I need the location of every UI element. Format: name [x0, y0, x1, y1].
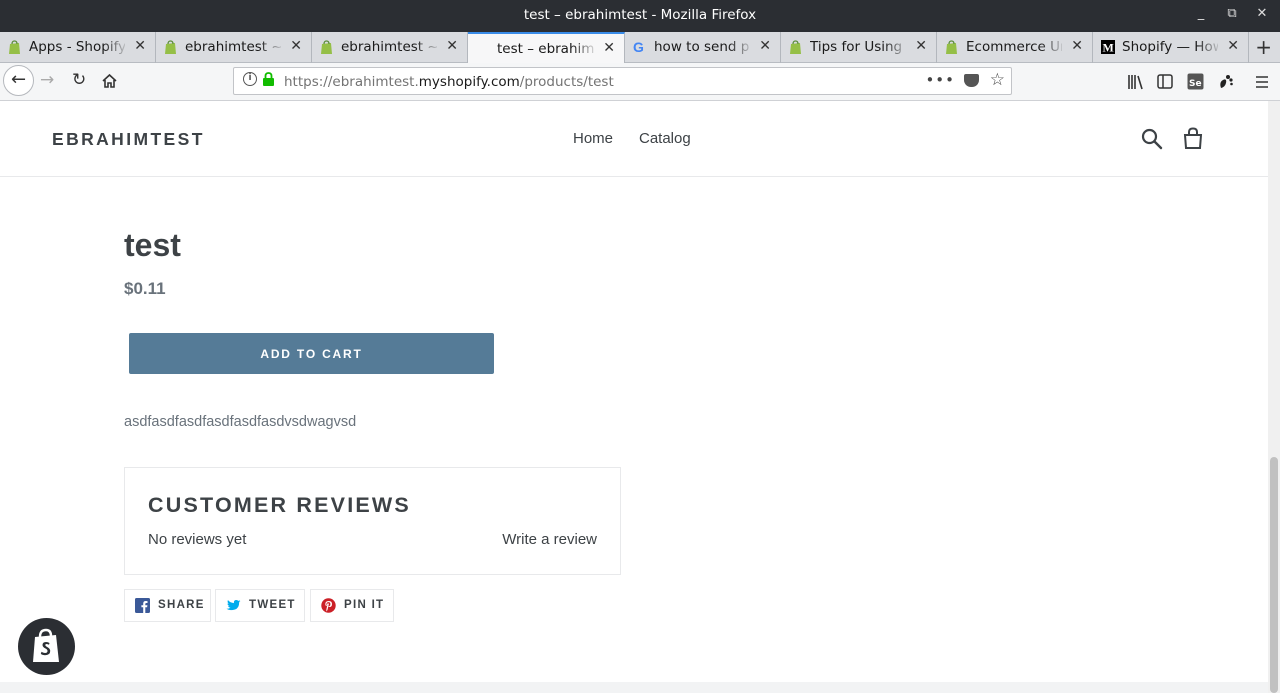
product-price: $0.11: [124, 279, 166, 298]
reload-button[interactable]: ↻: [72, 70, 86, 90]
url-bar[interactable]: i https://ebrahimtest.myshopify.com/prod…: [233, 67, 1012, 95]
close-tab-icon[interactable]: ✕: [603, 40, 615, 56]
restore-button[interactable]: ⧉: [1224, 6, 1240, 21]
shopify-icon: [321, 40, 332, 54]
close-tab-icon[interactable]: ✕: [1071, 38, 1083, 54]
tab-ebrahimtest-edit[interactable]: ebrahimtest ~ Edit ✕: [312, 32, 468, 63]
tab-strip: Apps - Shopify Partners ✕ ebrahimtest ~ …: [0, 32, 1280, 64]
facebook-icon: [135, 598, 150, 613]
url-text[interactable]: https://ebrahimtest.myshopify.com/produc…: [284, 74, 614, 90]
close-tab-icon[interactable]: ✕: [759, 38, 771, 54]
menu-icon[interactable]: [1254, 75, 1270, 89]
minimize-button[interactable]: _: [1193, 6, 1209, 21]
page-scrollbar[interactable]: [1268, 101, 1280, 693]
forward-button[interactable]: →: [40, 70, 54, 90]
close-tab-icon[interactable]: ✕: [290, 38, 302, 54]
tab-ecommerce-university[interactable]: Ecommerce University ✕: [937, 32, 1093, 63]
info-icon[interactable]: i: [243, 72, 257, 86]
gnome-icon[interactable]: [1218, 73, 1234, 90]
web-page: EBRAHIMTEST Home Catalog test $0.11 ADD …: [0, 101, 1268, 693]
no-reviews-text: No reviews yet: [148, 531, 247, 548]
selenium-icon[interactable]: Se: [1187, 73, 1204, 90]
shopify-icon: [9, 40, 20, 54]
product-title: test: [124, 227, 181, 263]
add-to-cart-button[interactable]: ADD TO CART: [129, 333, 494, 374]
window-title: test – ebrahimtest - Mozilla Firefox: [523, 7, 757, 23]
close-tab-icon[interactable]: ✕: [134, 38, 146, 54]
search-icon[interactable]: [1141, 128, 1163, 150]
pinterest-icon: [321, 598, 336, 613]
svg-text:G: G: [633, 40, 644, 55]
svg-text:Se: Se: [1189, 79, 1202, 89]
close-tab-icon[interactable]: ✕: [915, 38, 927, 54]
share-facebook-button[interactable]: SHARE: [124, 589, 211, 622]
site-header: EBRAHIMTEST Home Catalog: [0, 101, 1268, 177]
shopify-icon: [165, 40, 176, 54]
lock-icon[interactable]: [262, 72, 275, 87]
nav-link-catalog[interactable]: Catalog: [639, 130, 691, 147]
close-tab-icon[interactable]: ✕: [1227, 38, 1239, 54]
tab-test-ebrahimtest[interactable]: test – ebrahimtest ✕: [468, 32, 625, 64]
sidebar-icon[interactable]: [1157, 74, 1173, 89]
cart-icon[interactable]: [1182, 127, 1204, 150]
google-icon: G: [633, 40, 644, 55]
scrollbar-thumb[interactable]: [1270, 457, 1278, 693]
shopify-bag-icon: [33, 628, 59, 662]
share-label: TWEET: [249, 599, 296, 611]
tab-tips-shopify[interactable]: Tips for Using Shopify ✕: [781, 32, 937, 63]
pocket-icon[interactable]: [964, 74, 979, 87]
medium-icon: M: [1101, 40, 1115, 55]
reviews-heading: CUSTOMER REVIEWS: [148, 493, 411, 517]
window-titlebar: test – ebrahimtest - Mozilla Firefox _ ⧉…: [0, 0, 1280, 32]
shopify-icon: [946, 40, 957, 54]
twitter-icon: [226, 599, 241, 611]
shopify-icon: [790, 40, 801, 54]
product-description: asdfasdfasdfasdfasdfasdvsdwagvsd: [124, 414, 357, 430]
close-window-button[interactable]: ✕: [1254, 6, 1270, 21]
back-button[interactable]: ←: [3, 65, 34, 96]
page-actions-icon[interactable]: •••: [925, 71, 955, 89]
new-tab-button[interactable]: +: [1255, 35, 1272, 59]
tab-apps-shopify[interactable]: Apps - Shopify Partners ✕: [0, 32, 156, 63]
tab-ebrahimtest-customers[interactable]: ebrahimtest ~ Customers ✕: [156, 32, 312, 63]
svg-text:M: M: [1103, 41, 1114, 55]
share-label: PIN IT: [344, 599, 385, 611]
close-tab-icon[interactable]: ✕: [446, 38, 458, 54]
nav-link-home[interactable]: Home: [573, 130, 613, 147]
nav-toolbar: ← → ↻ i https://ebrahimtest.myshopify.co…: [0, 63, 1280, 101]
library-icon[interactable]: [1127, 74, 1145, 90]
share-label: SHARE: [158, 599, 205, 611]
customer-reviews-section: CUSTOMER REVIEWS No reviews yet Write a …: [124, 467, 621, 575]
tab-shopify-how[interactable]: M Shopify — How ✕: [1093, 32, 1249, 63]
home-icon[interactable]: [101, 73, 118, 89]
footer-strip: [0, 682, 1268, 693]
tab-how-to-send[interactable]: G how to send pages ✕: [625, 32, 781, 63]
store-logo[interactable]: EBRAHIMTEST: [52, 129, 205, 150]
write-review-link[interactable]: Write a review: [502, 531, 597, 548]
bookmark-star-icon[interactable]: ☆: [990, 70, 1005, 90]
share-twitter-button[interactable]: TWEET: [215, 589, 305, 622]
shopify-chat-badge[interactable]: [18, 618, 75, 675]
share-pinterest-button[interactable]: PIN IT: [310, 589, 394, 622]
